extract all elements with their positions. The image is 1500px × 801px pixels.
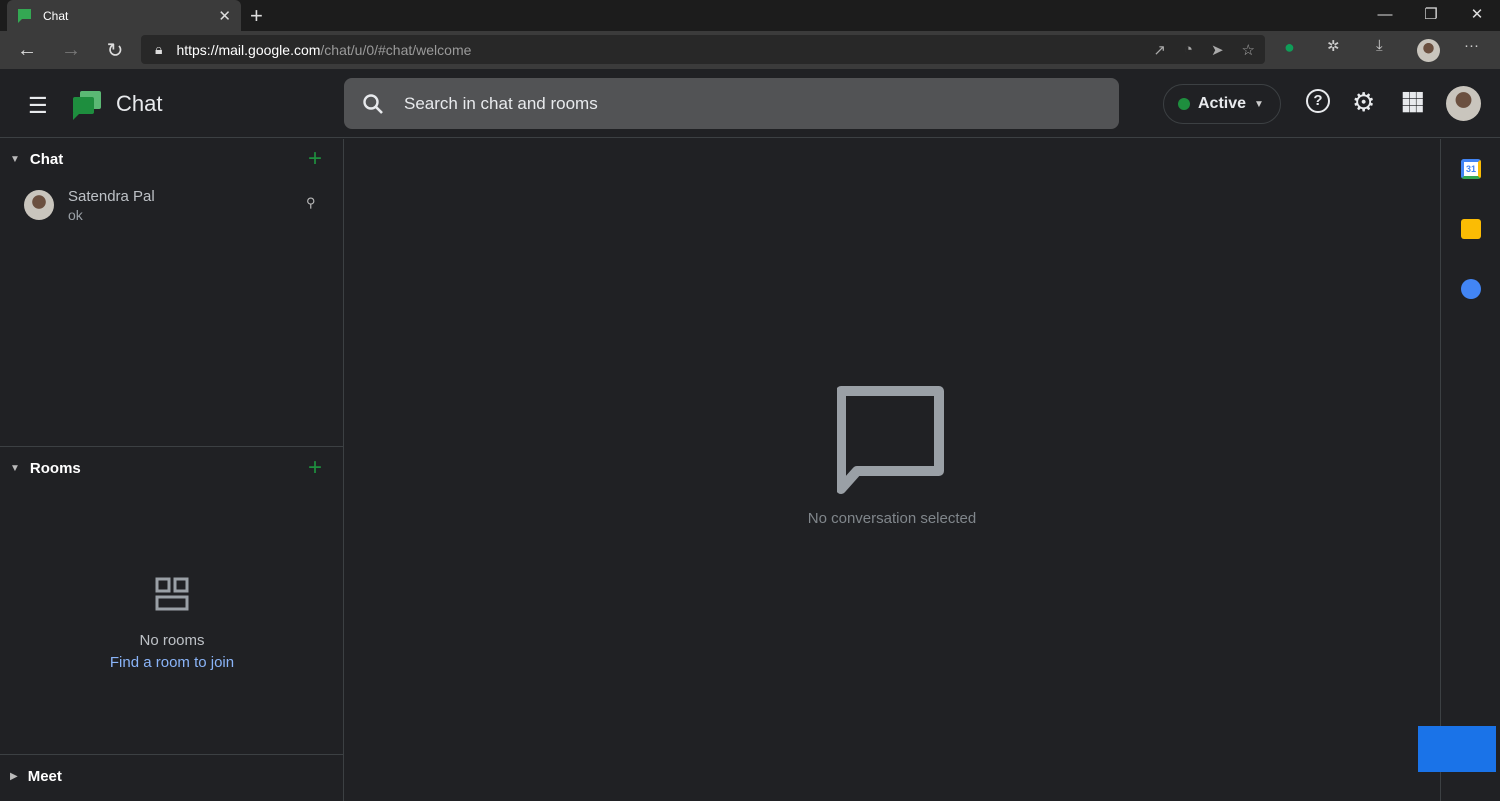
lock-icon: 🔒︎ <box>155 41 163 57</box>
main-menu-icon[interactable]: ☰ <box>28 93 48 119</box>
caret-right-icon: ▶ <box>10 770 18 782</box>
divider <box>0 446 344 447</box>
address-bar-row: ← → ↻ 🔒︎ https://mail.google.com/chat/u/… <box>0 31 1500 69</box>
account-avatar[interactable] <box>1446 86 1481 121</box>
favorite-add-icon[interactable]: ☆ <box>1242 41 1255 59</box>
status-label: Active <box>1198 95 1247 112</box>
url-path: /chat/u/0/#chat/welcome <box>320 41 472 58</box>
no-rooms-panel: No rooms Find a room to join <box>0 577 344 671</box>
rooms-icon <box>155 577 189 611</box>
meet-section-header[interactable]: ▶ Meet <box>0 756 344 796</box>
chat-section-header[interactable]: ▼ Chat + <box>0 139 344 179</box>
conversation-last-message: ok <box>68 207 83 223</box>
new-tab-button[interactable]: + <box>250 3 263 29</box>
conversation-name: Satendra Pal <box>68 188 155 205</box>
more-menu-icon[interactable]: ··· <box>1464 37 1479 54</box>
extensions-icon[interactable]: ✲ <box>1327 37 1340 55</box>
keep-icon[interactable] <box>1461 219 1481 239</box>
app-header: ☰ Chat Search in chat and rooms Active ▼… <box>0 69 1500 138</box>
apps-grid-icon[interactable]: ■■■ ■■■ ■■■ <box>1402 88 1424 115</box>
rooms-section-label: Rooms <box>29 459 81 477</box>
browser-tabbar: Chat ✕ + — ❐ ✕ <box>0 0 1500 31</box>
open-external-icon[interactable]: ↗ <box>1153 41 1166 59</box>
start-chat-plus-icon[interactable]: + <box>308 145 322 173</box>
app-title: Chat <box>116 91 163 116</box>
close-window-button[interactable]: ✕ <box>1454 0 1500 30</box>
chat-section-label: Chat <box>29 150 64 168</box>
url-host: https://mail.google.com <box>176 41 321 58</box>
chat-favicon <box>18 8 31 23</box>
browser-tab[interactable]: Chat ✕ <box>7 0 241 31</box>
search-input[interactable]: Search in chat and rooms <box>344 78 1119 129</box>
downloads-icon[interactable]: ⤓ <box>1376 37 1383 54</box>
empty-text: No conversation selected <box>807 510 977 527</box>
meet-section-label: Meet <box>27 767 62 785</box>
divider <box>0 754 344 755</box>
chevron-down-icon: ▼ <box>1254 98 1264 110</box>
calendar-day: 31 <box>1465 164 1476 174</box>
sidebar: ▼ Chat + Satendra Pal ok ⚲ ▼ Rooms + No … <box>0 139 344 801</box>
url-field[interactable]: 🔒︎ https://mail.google.com/chat/u/0/#cha… <box>141 35 1265 64</box>
search-icon <box>363 93 383 114</box>
caret-down-icon: ▼ <box>10 153 20 165</box>
no-rooms-text: No rooms <box>139 632 205 649</box>
back-button[interactable]: ← <box>5 39 49 62</box>
side-apps-rail: 31 <box>1440 139 1500 801</box>
profile-avatar[interactable] <box>1417 39 1440 62</box>
forward-button[interactable]: → <box>49 39 93 62</box>
pin-icon[interactable]: ⚲ <box>306 195 316 211</box>
hangouts-extension-icon[interactable]: ● <box>1284 37 1295 58</box>
restore-button[interactable]: ❐ <box>1408 0 1454 30</box>
search-placeholder: Search in chat and rooms <box>404 93 598 113</box>
chat-logo-icon <box>73 91 101 120</box>
minimize-button[interactable]: — <box>1362 0 1408 30</box>
find-room-link[interactable]: Find a room to join <box>0 654 344 671</box>
avatar <box>24 190 54 220</box>
watermark-logo <box>1418 726 1496 772</box>
close-tab-icon[interactable]: ✕ <box>218 7 231 25</box>
empty-conversation: No conversation selected <box>344 385 1440 527</box>
tab-title: Chat <box>43 8 69 23</box>
add-room-plus-icon[interactable]: + <box>308 454 322 482</box>
caret-down-icon: ▼ <box>10 462 20 474</box>
status-dot <box>1178 98 1190 110</box>
chat-bubble-icon <box>836 386 944 494</box>
gear-icon[interactable]: ⚙ <box>1352 87 1375 118</box>
rooms-section-header[interactable]: ▼ Rooms + <box>0 448 344 488</box>
help-icon[interactable]: ? <box>1306 89 1330 113</box>
status-dropdown[interactable]: Active ▼ <box>1163 84 1281 124</box>
calendar-icon[interactable]: 31 <box>1461 159 1481 179</box>
list-item[interactable]: Satendra Pal ok ⚲ <box>0 187 344 227</box>
send-icon[interactable]: ➤ <box>1211 41 1224 59</box>
cookie-blocked-icon[interactable]: ◔ <box>1184 41 1193 59</box>
tasks-icon[interactable] <box>1461 279 1481 299</box>
reload-button[interactable]: ↻ <box>93 38 137 63</box>
